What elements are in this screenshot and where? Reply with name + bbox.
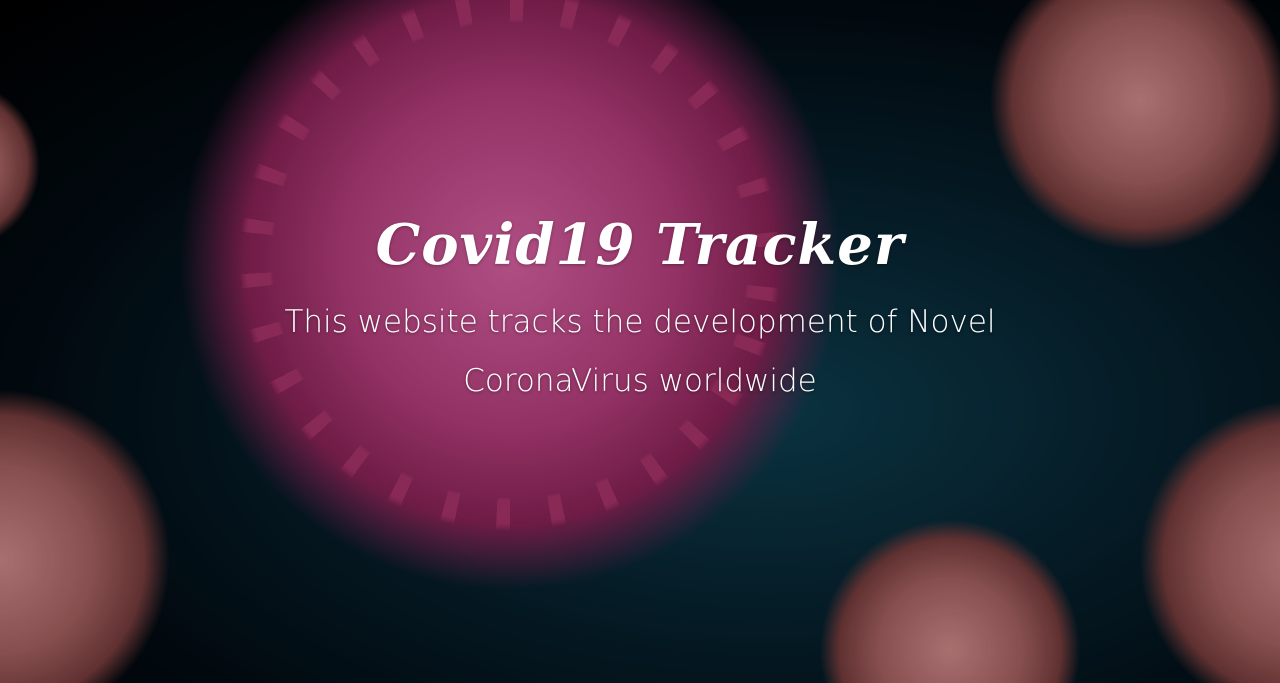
page-title: Covid19 Tracker: [375, 212, 905, 278]
page-subtitle: This website tracks the development of N…: [284, 304, 996, 399]
hero-section: Covid19 Tracker This website tracks the …: [0, 205, 1280, 411]
